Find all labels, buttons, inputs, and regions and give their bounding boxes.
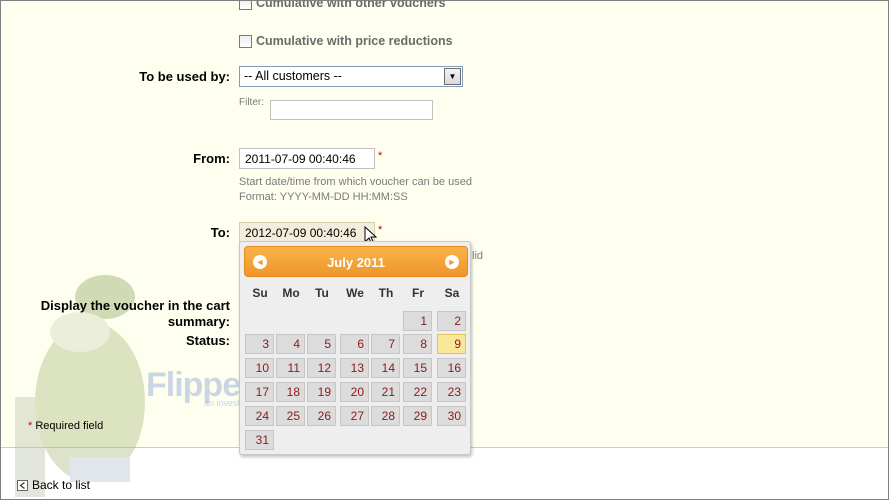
back-to-list-label: Back to list xyxy=(32,478,91,492)
next-month-icon[interactable]: ► xyxy=(445,255,459,269)
cumulative-vouchers-checkbox[interactable] xyxy=(239,0,252,10)
calendar-day[interactable]: 27 xyxy=(340,406,369,426)
used-by-label: To be used by: xyxy=(139,69,230,84)
calendar-day[interactable]: 1 xyxy=(403,311,432,331)
calendar-day[interactable]: 8 xyxy=(403,334,432,354)
calendar-day[interactable]: 7 xyxy=(371,334,400,354)
calendar-day[interactable]: 26 xyxy=(307,406,336,426)
calendar-day[interactable]: 12 xyxy=(307,358,336,378)
cumulative-price-row[interactable]: Cumulative with price reductions xyxy=(239,34,453,48)
calendar-day[interactable]: 14 xyxy=(371,358,400,378)
datepicker: ◄ July 2011 ► Su Mo Tu We Th Fr Sa 1 2 3 4 5 6 7 8 9 10 1… xyxy=(239,241,471,455)
cumulative-vouchers-row[interactable]: Cumulative with other vouchers xyxy=(239,0,446,10)
calendar-day[interactable]: 19 xyxy=(307,382,336,402)
calendar-day[interactable]: 2 xyxy=(437,311,466,331)
calendar-day[interactable]: 6 xyxy=(340,334,369,354)
chevron-down-icon[interactable]: ▼ xyxy=(444,68,461,85)
datepicker-header: ◄ July 2011 ► xyxy=(244,246,468,277)
calendar-day[interactable]: 4 xyxy=(276,334,305,354)
calendar-day[interactable]: 23 xyxy=(437,382,466,402)
display-voucher-label-line2: summary: xyxy=(167,314,230,329)
calendar-day[interactable]: 30 xyxy=(437,406,466,426)
cumulative-vouchers-label: Cumulative with other vouchers xyxy=(256,0,446,10)
to-date-input[interactable]: 2012-07-09 00:40:46 xyxy=(239,222,375,243)
required-star: * xyxy=(378,150,383,162)
weekday-header: We xyxy=(346,286,364,300)
to-help-fragment: lid xyxy=(472,250,484,262)
from-date-input[interactable]: 2011-07-09 00:40:46 xyxy=(239,148,375,169)
customer-select[interactable]: -- All customers -- ▼ xyxy=(239,66,463,87)
calendar-day[interactable]: 22 xyxy=(403,382,432,402)
from-label: From: xyxy=(193,151,230,166)
status-label: Status: xyxy=(185,333,230,348)
required-note-star: * xyxy=(28,420,33,432)
cumulative-price-checkbox[interactable] xyxy=(239,34,252,48)
back-to-list-link[interactable]: Back to list xyxy=(17,478,90,492)
required-note: * Required field xyxy=(28,420,103,432)
weekday-header: Th xyxy=(378,286,394,300)
weekday-header: Fr xyxy=(412,286,424,300)
calendar-day[interactable]: 24 xyxy=(245,406,274,426)
calendar-day[interactable]: 18 xyxy=(276,382,305,402)
weekday-header: Mo xyxy=(282,286,300,300)
calendar-day[interactable]: 13 xyxy=(340,358,369,378)
calendar-day[interactable]: 25 xyxy=(276,406,305,426)
display-voucher-label-line1: Display the voucher in the cart xyxy=(40,298,230,313)
datepicker-title: July 2011 xyxy=(327,255,385,270)
required-note-text: Required field xyxy=(35,420,104,432)
calendar-day[interactable]: 16 xyxy=(437,358,466,378)
calendar-day[interactable]: 10 xyxy=(245,358,274,378)
cumulative-price-label: Cumulative with price reductions xyxy=(256,34,453,48)
calendar-day[interactable]: 5 xyxy=(307,334,336,354)
customer-select-value: -- All customers -- xyxy=(244,69,342,83)
calendar-day[interactable]: 21 xyxy=(371,382,400,402)
calendar-day[interactable]: 29 xyxy=(403,406,432,426)
from-help-text: Start date/time from which voucher can b… xyxy=(239,176,472,188)
filter-input[interactable] xyxy=(270,100,433,120)
weekday-header: Sa xyxy=(444,286,460,300)
filter-label: Filter: xyxy=(239,97,264,108)
calendar-day[interactable]: 15 xyxy=(403,358,432,378)
calendar-day[interactable]: 28 xyxy=(371,406,400,426)
calendar-day[interactable]: 17 xyxy=(245,382,274,402)
calendar-day[interactable]: 9 xyxy=(437,334,466,354)
calendar-day[interactable]: 20 xyxy=(340,382,369,402)
from-format-text: Format: YYYY-MM-DD HH:MM:SS xyxy=(239,191,408,203)
to-label: To: xyxy=(210,225,230,240)
calendar-day[interactable]: 31 xyxy=(245,430,274,450)
weekday-header: Su xyxy=(252,286,268,300)
calendar-day[interactable]: 11 xyxy=(276,358,305,378)
weekday-header: Tu xyxy=(315,286,329,300)
back-arrow-icon xyxy=(17,479,28,491)
required-star: * xyxy=(378,224,383,236)
calendar-day[interactable]: 3 xyxy=(245,334,274,354)
